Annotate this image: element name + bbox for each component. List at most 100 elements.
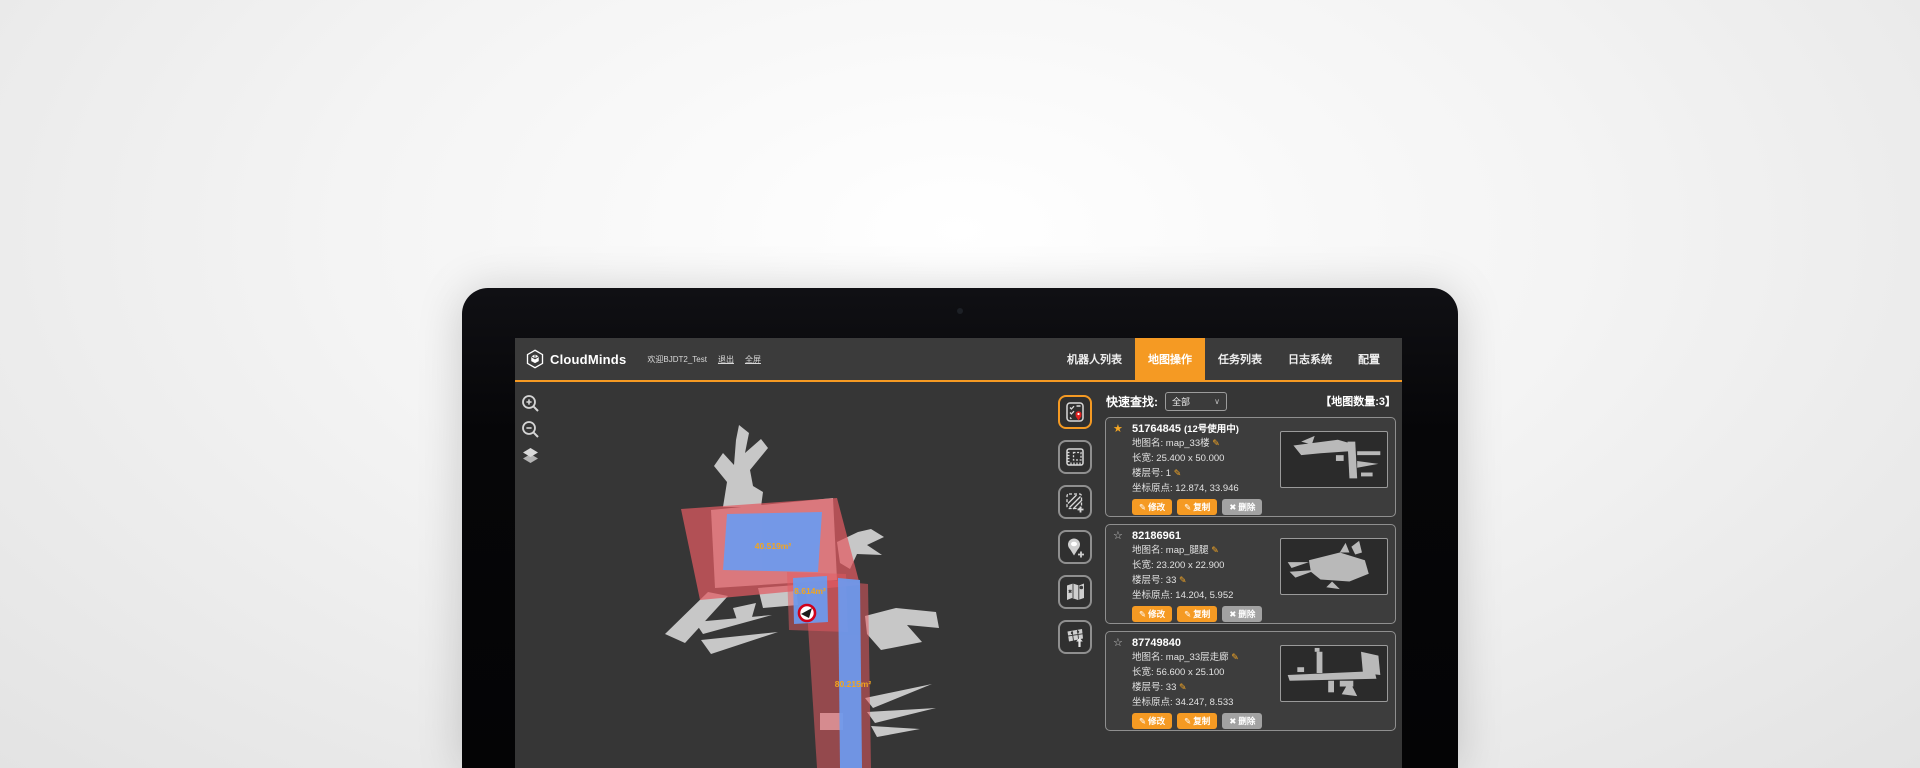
robot-map-image: 40.519m² 8.614m² 80.215m² xyxy=(515,382,1052,768)
laptop-frame: CloudMinds 欢迎BJDT2_Test 退出 全屏 机器人列表 地图操作… xyxy=(462,288,1458,768)
folded-map-pin-icon xyxy=(1063,580,1087,604)
map-card: ☆ 87749840 地图名: map_33层走廊 ✎ 长宽: 56.600 x… xyxy=(1105,631,1396,731)
location-pin-add-icon xyxy=(1063,535,1087,559)
field-label: 楼层号: xyxy=(1132,682,1163,693)
map-size-value: 25.400 x 50.000 xyxy=(1156,453,1224,464)
map-in-use-note: (12号使用中) xyxy=(1184,424,1239,435)
copy-button[interactable]: ✎复制 xyxy=(1177,713,1217,729)
copy-button[interactable]: ✎复制 xyxy=(1177,499,1217,515)
map-fan-3 xyxy=(871,726,920,737)
map-size-value: 23.200 x 22.900 xyxy=(1156,560,1224,571)
nav-item-config[interactable]: 配置 xyxy=(1345,338,1393,380)
edit-name-icon[interactable]: ✎ xyxy=(1231,652,1239,662)
map-cluster-right xyxy=(865,608,939,650)
filter-dropdown-value: 全部 xyxy=(1172,395,1190,408)
map-list-panel: 快速查找: 全部 ∨ 【地图数量:3】 ★ 51764845 (12号使用中) xyxy=(1098,382,1402,768)
search-row: 快速查找: 全部 ∨ 【地图数量:3】 xyxy=(1105,390,1396,412)
map-canvas[interactable]: 40.519m² 8.614m² 80.215m² xyxy=(515,382,1052,768)
nav-item-log-system[interactable]: 日志系统 xyxy=(1275,338,1345,380)
map-size-value: 56.600 x 25.100 xyxy=(1156,667,1224,678)
field-label: 地图名: xyxy=(1132,438,1163,449)
delete-icon: ✖ xyxy=(1229,502,1236,513)
map-card: ☆ 82186961 地图名: map_腿腿 ✎ 长宽: 23.200 x 22… xyxy=(1105,524,1396,624)
map-thumbnail xyxy=(1280,645,1388,702)
checklist-pin-icon xyxy=(1063,400,1087,424)
edit-name-icon[interactable]: ✎ xyxy=(1211,545,1219,555)
edit-icon: ✎ xyxy=(1139,609,1146,620)
map-fan-1 xyxy=(865,684,932,708)
delete-icon: ✖ xyxy=(1229,716,1236,727)
cloudminds-logo-icon xyxy=(525,349,545,369)
delete-button[interactable]: ✖删除 xyxy=(1222,606,1262,622)
map-count-badge: 【地图数量:3】 xyxy=(1320,393,1396,409)
welcome-text: 欢迎BJDT2_Test xyxy=(647,354,707,365)
layers-icon[interactable] xyxy=(521,446,540,465)
edit-name-icon[interactable]: ✎ xyxy=(1212,438,1220,448)
nav-item-map-operation[interactable]: 地图操作 xyxy=(1135,338,1205,380)
card-actions: ✎修改 ✎复制 ✖删除 xyxy=(1132,499,1389,515)
edit-floor-icon[interactable]: ✎ xyxy=(1179,682,1187,692)
chevron-down-icon: ∨ xyxy=(1214,397,1220,406)
field-label: 长宽: xyxy=(1132,453,1154,464)
map-origin-value: 12.874, 33.946 xyxy=(1175,483,1238,494)
area-label-small: 8.614m² xyxy=(794,586,826,596)
field-label: 坐标原点: xyxy=(1132,483,1173,494)
field-label: 楼层号: xyxy=(1132,575,1163,586)
hatched-area-add-icon xyxy=(1063,490,1087,514)
map-upload-icon xyxy=(1063,625,1087,649)
star-filled-icon[interactable]: ★ xyxy=(1113,422,1123,435)
brand-name: CloudMinds xyxy=(550,352,626,367)
star-outline-icon[interactable]: ☆ xyxy=(1113,529,1123,542)
main-content: 40.519m² 8.614m² 80.215m² xyxy=(515,382,1402,768)
edit-floor-icon[interactable]: ✎ xyxy=(1179,575,1187,585)
measure-area-tool-button[interactable] xyxy=(1058,440,1092,474)
map-blob-y xyxy=(714,425,768,507)
modify-button[interactable]: ✎修改 xyxy=(1132,499,1172,515)
area-label-large: 40.519m² xyxy=(755,541,792,551)
edit-floor-icon[interactable]: ✎ xyxy=(1174,468,1182,478)
nav-menu: 机器人列表 地图操作 任务列表 日志系统 配置 xyxy=(1054,338,1402,380)
nav-item-robot-list[interactable]: 机器人列表 xyxy=(1054,338,1135,380)
card-actions: ✎修改 ✎复制 ✖删除 xyxy=(1132,606,1389,622)
copy-icon: ✎ xyxy=(1184,502,1191,513)
card-actions: ✎修改 ✎复制 ✖删除 xyxy=(1132,713,1389,729)
fullscreen-link[interactable]: 全屏 xyxy=(745,354,761,365)
field-label: 地图名: xyxy=(1132,652,1163,663)
map-card: ★ 51764845 (12号使用中) 地图名: map_33楼 ✎ 长宽: xyxy=(1105,417,1396,517)
map-thumbnail xyxy=(1280,431,1388,488)
task-route-tool-button[interactable] xyxy=(1058,395,1092,429)
webcam-icon xyxy=(957,308,963,314)
logout-link[interactable]: 退出 xyxy=(718,354,734,365)
modify-button[interactable]: ✎修改 xyxy=(1132,606,1172,622)
upload-map-tool-button[interactable] xyxy=(1058,620,1092,654)
map-floor-value: 33 xyxy=(1166,575,1177,586)
top-navbar: CloudMinds 欢迎BJDT2_Test 退出 全屏 机器人列表 地图操作… xyxy=(515,338,1402,382)
edit-icon: ✎ xyxy=(1139,502,1146,513)
copy-button[interactable]: ✎复制 xyxy=(1177,606,1217,622)
page-background: CloudMinds 欢迎BJDT2_Test 退出 全屏 机器人列表 地图操作… xyxy=(0,0,1920,768)
zoom-in-icon[interactable] xyxy=(521,394,540,413)
delete-button[interactable]: ✖删除 xyxy=(1222,499,1262,515)
zoom-out-icon[interactable] xyxy=(521,420,540,439)
field-label: 楼层号: xyxy=(1132,468,1163,479)
virtual-wall-tool-button[interactable] xyxy=(1058,485,1092,519)
map-name-value: map_33层走廊 xyxy=(1166,652,1229,663)
area-label-corridor: 80.215m² xyxy=(835,679,872,689)
map-floor-value: 33 xyxy=(1166,682,1177,693)
map-zoom-controls xyxy=(521,394,540,465)
add-point-tool-button[interactable] xyxy=(1058,530,1092,564)
field-label: 坐标原点: xyxy=(1132,697,1173,708)
modify-button[interactable]: ✎修改 xyxy=(1132,713,1172,729)
star-outline-icon[interactable]: ☆ xyxy=(1113,636,1123,649)
nav-item-task-list[interactable]: 任务列表 xyxy=(1205,338,1275,380)
map-id: 82186961 xyxy=(1132,530,1181,542)
quick-search-label: 快速查找: xyxy=(1106,393,1158,410)
map-id: 51764845 xyxy=(1132,423,1181,435)
field-label: 地图名: xyxy=(1132,545,1163,556)
app-screen: CloudMinds 欢迎BJDT2_Test 退出 全屏 机器人列表 地图操作… xyxy=(515,338,1402,768)
filter-dropdown[interactable]: 全部 ∨ xyxy=(1165,392,1227,411)
delete-button[interactable]: ✖删除 xyxy=(1222,713,1262,729)
map-marker-tool-button[interactable] xyxy=(1058,575,1092,609)
field-label: 长宽: xyxy=(1132,560,1154,571)
map-floor-value: 1 xyxy=(1166,468,1171,479)
